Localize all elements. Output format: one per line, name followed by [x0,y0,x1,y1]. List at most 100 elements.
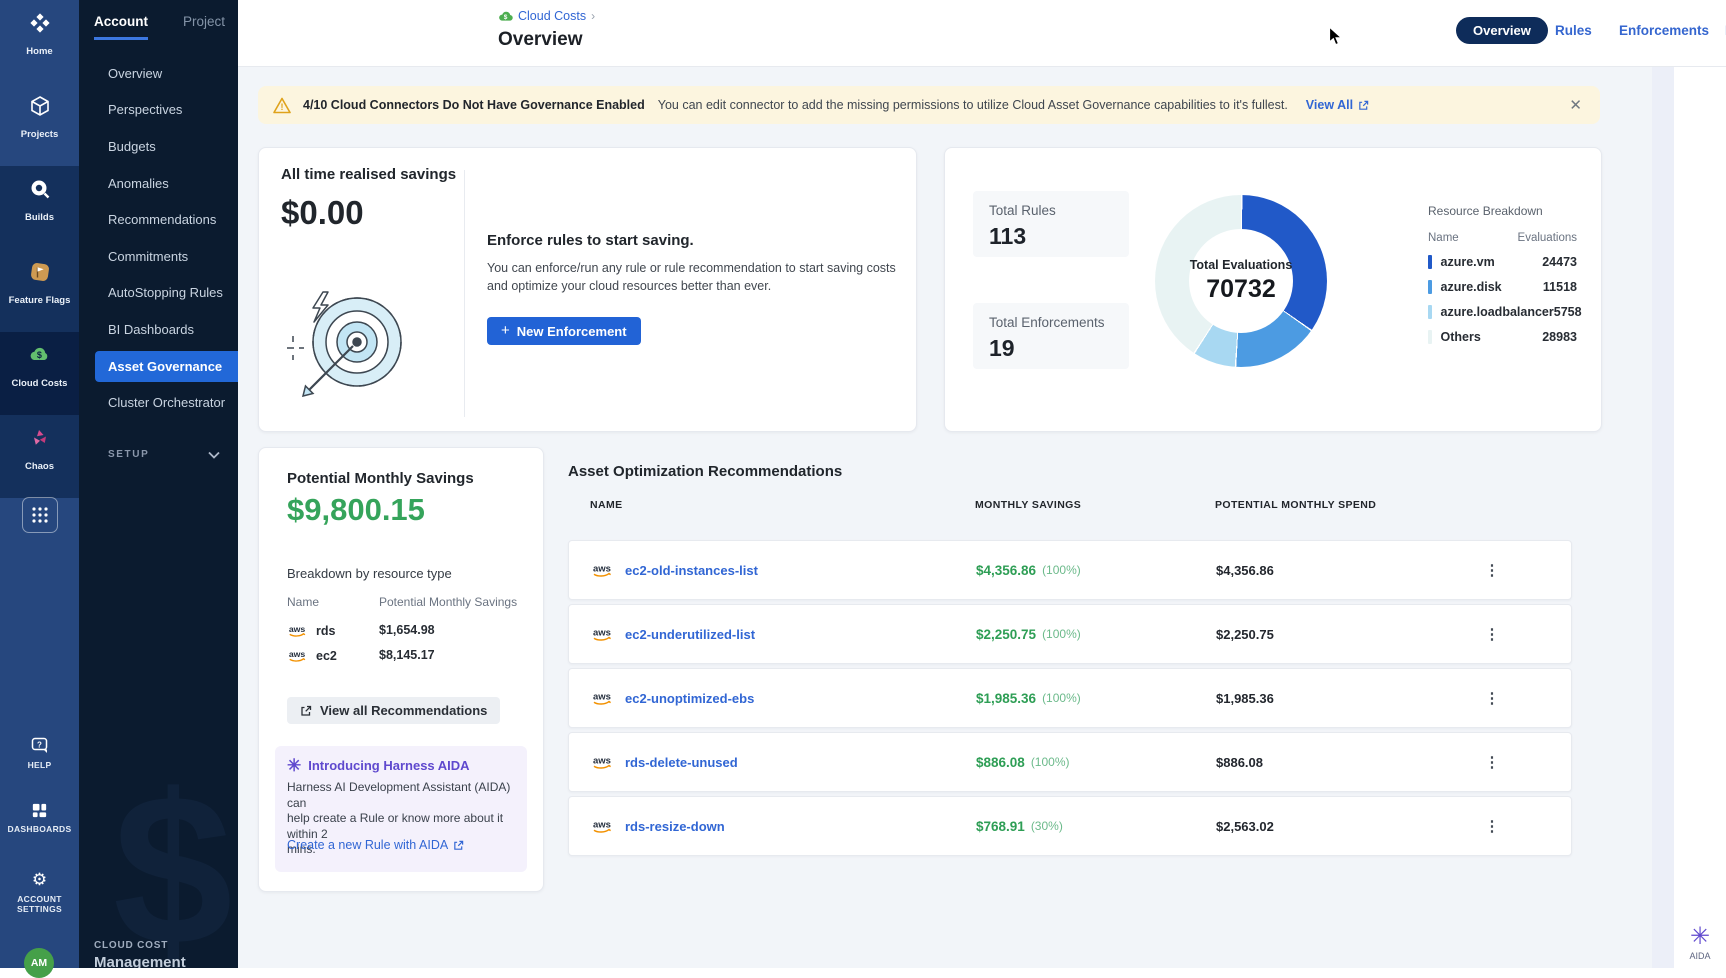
donut-center-value: 70732 [1155,275,1327,304]
tab-rules[interactable]: Rules [1555,23,1592,38]
create-rule-with-aida-link[interactable]: Create a new Rule with AIDA [287,838,464,852]
scrollbar[interactable] [1652,66,1674,968]
legend-color-azure-vm [1428,255,1432,269]
view-all-link[interactable]: View All [1306,98,1369,112]
dollar-watermark: $ [113,770,233,968]
view-all-recommendations-button[interactable]: View all Recommendations [287,697,500,724]
rule-link[interactable]: ec2-unoptimized-ebs [625,691,754,706]
realised-savings-amount: $0.00 [281,194,364,232]
row-menu-kebab-icon[interactable]: ⋮ [1482,669,1502,727]
banner-title: 4/10 Cloud Connectors Do Not Have Govern… [303,98,645,112]
tab-enforcements[interactable]: Enforcements [1619,23,1709,38]
monthly-savings-value: $768.91 [976,819,1025,834]
svg-text:!: ! [281,102,284,112]
aws-icon: aws [591,690,615,706]
sidebar-item-overview[interactable]: Overview [79,55,238,92]
aida-flower-icon: ✳ [287,757,301,774]
savings-percent: (100%) [1042,691,1081,705]
enforce-description: You can enforce/run any rule or rule rec… [487,259,896,295]
sidebar-item-perspectives[interactable]: Perspectives [79,92,238,129]
breakdown-row-rds: aws rds [287,623,335,638]
rule-link[interactable]: ec2-underutilized-list [625,627,755,642]
row-menu-kebab-icon[interactable]: ⋮ [1482,733,1502,791]
resource-breakdown-legend: Resource Breakdown Name Evaluations azur… [1428,204,1577,344]
sidebar-item-anomalies[interactable]: Anomalies [79,165,238,202]
sidebar-item-budgets[interactable]: Budgets [79,128,238,165]
chevron-down-icon [208,451,220,459]
new-enforcement-button[interactable]: + New Enforcement [487,317,641,345]
table-row-ec2-old-instances-list[interactable]: aws ec2-old-instances-list $4,356.86 (100… [568,540,1572,600]
aws-icon: aws [287,623,309,638]
sidebar-menu: Overview Perspectives Budgets Anomalies … [79,55,238,421]
col-name: NAME [590,499,623,511]
rail-item-feature-flags[interactable]: Feature Flags [0,249,79,332]
row-menu-kebab-icon[interactable]: ⋮ [1482,541,1502,599]
legend-color-azure-disk [1428,280,1432,294]
rail-item-cloud-costs[interactable]: $ Cloud Costs [0,332,79,415]
monthly-savings-value: $1,985.36 [976,691,1036,706]
legend-color-others [1428,330,1432,344]
builds-icon [0,178,79,200]
sidebar-item-bi-dashboards[interactable]: BI Dashboards [79,311,238,348]
breakdown-label: Breakdown by resource type [287,566,452,581]
main-content: ! 4/10 Cloud Connectors Do Not Have Gove… [238,66,1652,968]
legend-row: azure.disk 11518 [1428,280,1577,294]
potential-savings-card: Potential Monthly Savings $9,800.15 Brea… [258,447,544,892]
aida-floating-button[interactable]: ✳ AIDA [1680,925,1720,961]
savings-percent: (100%) [1042,627,1081,641]
table-row-ec2-unoptimized-ebs[interactable]: aws ec2-unoptimized-ebs $1,985.36(100%) … [568,668,1572,728]
svg-text:aws: aws [593,692,611,703]
sidebar-item-recommendations[interactable]: Recommendations [79,201,238,238]
rail-item-chaos[interactable]: Chaos [0,415,79,498]
aws-icon: aws [591,626,615,642]
setup-section-toggle[interactable]: SETUP [108,449,220,460]
total-rules-tile: Total Rules 113 [973,191,1129,257]
tab-account[interactable]: Account [94,14,148,40]
rule-link[interactable]: rds-resize-down [625,819,725,834]
monthly-spend-value: $2,250.75 [1216,605,1274,663]
rule-link[interactable]: rds-delete-unused [625,755,738,770]
help-button[interactable]: ? HELP [0,736,79,770]
target-illustration [283,284,411,408]
sidebar-item-cluster-orchestrator[interactable]: Cluster Orchestrator [79,384,238,421]
legend-row: azure.loadbalancer 5758 [1428,305,1577,319]
breakdown-row-ec2: aws ec2 [287,648,337,663]
rail-item-builds[interactable]: Builds [0,166,79,249]
recommendations-title: Asset Optimization Recommendations [568,463,842,480]
realised-savings-title: All time realised savings [281,166,456,183]
table-row-rds-delete-unused[interactable]: aws rds-delete-unused $886.08(100%) $886… [568,732,1572,792]
total-rules-value: 113 [989,223,1026,250]
module-switcher-button[interactable] [22,497,58,533]
account-settings-button[interactable]: ⚙ ACCOUNT SETTINGS [0,870,79,914]
sidebar-item-asset-governance[interactable]: Asset Governance [95,351,238,382]
aida-title-link[interactable]: ✳ Introducing Harness AIDA [287,757,470,774]
row-menu-kebab-icon[interactable]: ⋮ [1482,797,1502,855]
aws-icon: aws [591,562,615,578]
sidebar-item-autostopping-rules[interactable]: AutoStopping Rules [79,275,238,312]
savings-percent: (100%) [1042,563,1081,577]
user-avatar[interactable]: AM [24,948,54,978]
rail-item-home[interactable]: Home [0,0,79,83]
breadcrumb: $ Cloud Costs › [498,9,595,23]
aida-promo-card: ✳ Introducing Harness AIDA Harness AI De… [275,746,527,872]
rail-item-projects[interactable]: Projects [0,83,79,166]
module-rail: Home Projects Builds Feature Flags $ Clo… [0,0,79,968]
table-row-rds-resize-down[interactable]: aws rds-resize-down $768.91(30%) $2,563.… [568,796,1572,856]
monthly-savings-value: $4,356.86 [976,563,1036,578]
col-potential-monthly-spend: POTENTIAL MONTHLY SPEND [1215,499,1376,511]
breadcrumb-cloud-costs[interactable]: Cloud Costs [518,9,586,23]
sidebar-item-commitments[interactable]: Commitments [79,238,238,275]
gear-icon: ⚙ [0,870,79,890]
col-monthly-savings: MONTHLY SAVINGS [975,499,1081,511]
savings-percent: (30%) [1031,819,1063,833]
row-menu-kebab-icon[interactable]: ⋮ [1482,605,1502,663]
table-row-ec2-underutilized-list[interactable]: aws ec2-underutilized-list $2,250.75 (100… [568,604,1572,664]
tab-project[interactable]: Project [183,14,225,40]
breakdown-col-name: Name [287,595,319,609]
tab-overview[interactable]: Overview [1456,17,1548,44]
monthly-spend-value: $886.08 [1216,733,1263,791]
rule-link[interactable]: ec2-old-instances-list [625,563,758,578]
dashboards-button[interactable]: DASHBOARDS [0,801,79,834]
close-icon[interactable]: ✕ [1569,96,1582,114]
breakdown-value-ec2: $8,145.17 [379,648,435,662]
